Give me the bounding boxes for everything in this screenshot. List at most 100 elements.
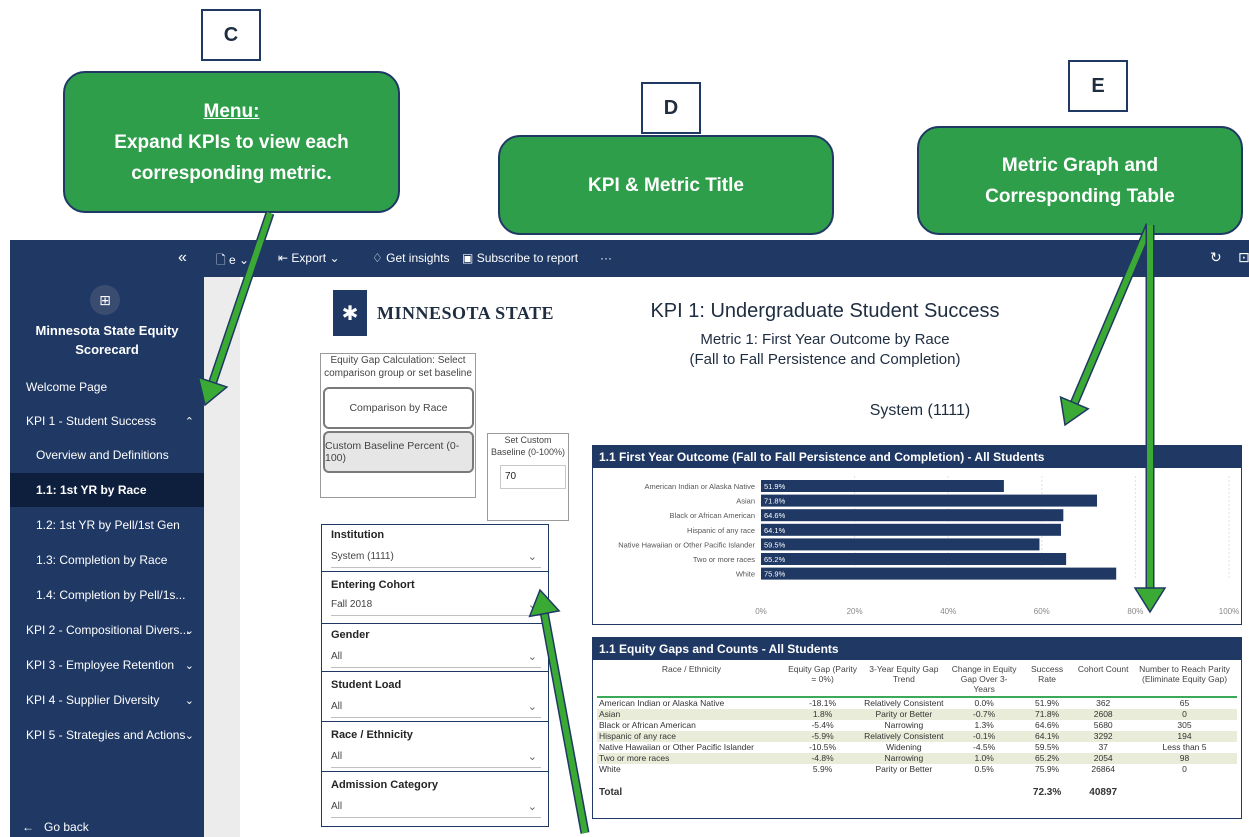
reset-icon[interactable]: ↻ — [1210, 249, 1222, 266]
subscribe-button[interactable]: ▣ Subscribe to report — [462, 251, 578, 265]
sidebar-item-1-2[interactable]: 1.2: 1st YR by Pell/1st Gen — [10, 508, 204, 542]
file-menu[interactable]: 🗋 e ⌄ — [216, 251, 249, 272]
slicer-underline — [331, 667, 541, 668]
table-cell: Hispanic of any race — [597, 731, 786, 742]
table-row: Native Hawaiian or Other Pacific Islande… — [597, 742, 1237, 753]
bar-chart: 0% 20% 40% 60% 80% 100% American Indian or Ala… — [618, 476, 1239, 616]
table-cell: 2608 — [1074, 709, 1133, 720]
total-label: Total — [599, 786, 623, 798]
table-cell: -0.1% — [948, 731, 1020, 742]
table-cell: 305 — [1177, 720, 1192, 730]
x-tick-label: 40% — [940, 607, 956, 616]
table-cell: -4.5% — [973, 742, 996, 752]
bar — [761, 567, 1117, 580]
sidebar-item-1-1[interactable]: 1.1: 1st YR by Race — [10, 473, 204, 507]
title-callout-text: KPI & Metric Title — [588, 174, 744, 196]
menu-callout-line1: Expand KPIs to view each — [114, 131, 349, 153]
table-cell: 0 — [1182, 764, 1187, 774]
sidebar-item-label: 1.4: Completion by Pell/1s... — [36, 588, 186, 602]
slicer-entering-cohort[interactable]: Entering Cohort Fall 2018 ⌄ — [321, 576, 549, 624]
table-cell: -10.5% — [809, 742, 837, 752]
bar — [761, 523, 1061, 536]
table-cell: -4.8% — [785, 753, 860, 764]
column-header: Race / Ethnicity — [597, 662, 786, 698]
table-cell: Native Hawaiian or Other Pacific Islande… — [599, 742, 754, 752]
sidebar-item-label: KPI 3 - Employee Retention — [26, 658, 175, 672]
chevron-down-icon[interactable]: ⌄ — [528, 750, 537, 763]
table-cell: 51.9% — [1035, 698, 1060, 708]
get-insights-button[interactable]: ♢ Get insights — [372, 251, 449, 265]
sidebar-item-1-3[interactable]: 1.3: Completion by Race — [10, 543, 204, 577]
data-label: 59.5% — [764, 540, 786, 549]
data-label: 64.1% — [764, 526, 786, 535]
table-cell: 75.9% — [1035, 764, 1060, 774]
x-tick-label: 80% — [1127, 607, 1143, 616]
category-label: Black or African American — [670, 511, 755, 520]
table-cell: 5680 — [1093, 720, 1113, 730]
sidebar-item-kpi3[interactable]: KPI 3 - Employee Retention ⌄ — [10, 648, 204, 682]
table-cell: Parity or Better — [859, 709, 949, 720]
slicer-admission-category[interactable]: Admission Category All ⌄ — [321, 774, 549, 822]
chevron-down-icon[interactable]: ⌄ — [528, 700, 537, 713]
category-label: Two or more races — [693, 555, 755, 564]
slicer-underline — [331, 817, 541, 818]
sidebar-item-kpi1[interactable]: KPI 1 - Student Success ⌃ — [10, 404, 204, 438]
column-header: Number to Reach Parity (Eliminate Equity… — [1132, 662, 1237, 698]
column-header: Equity Gap (Parity = 0%) — [785, 662, 860, 698]
menu-callout-line2: corresponding metric. — [131, 162, 332, 184]
subscribe-icon: ▣ — [462, 251, 474, 265]
sidebar-item-label: KPI 4 - Supplier Diversity — [26, 693, 160, 707]
sidebar-item-label: KPI 5 - Strategies and Actions — [26, 728, 186, 742]
sidebar-item-kpi2[interactable]: KPI 2 - Compositional Divers... ⌄ — [10, 613, 204, 647]
slicer-race-ethnicity[interactable]: Race / Ethnicity All ⌄ — [321, 724, 549, 772]
category-label: White — [736, 570, 755, 579]
table-cell: 1.8% — [785, 709, 860, 720]
table-cell: 59.5% — [1035, 742, 1060, 752]
go-back-button[interactable]: ← Go back — [22, 820, 89, 834]
chevron-down-icon[interactable]: ⌄ — [528, 598, 537, 611]
sidebar-item-kpi5[interactable]: KPI 5 - Strategies and Actions ⌄ — [10, 718, 204, 752]
chevron-down-icon[interactable]: ⌄ — [528, 550, 537, 563]
equity-gap-title: Equity Gap Calculation: Select compariso… — [324, 355, 472, 379]
comparison-by-race-button[interactable]: Comparison by Race — [323, 387, 474, 429]
slicer-underline — [331, 567, 541, 568]
table-cell: -18.1% — [809, 698, 837, 708]
sidebar-item-label: 1.3: Completion by Race — [36, 553, 168, 567]
slicer-institution[interactable]: Institution System (1111) ⌄ — [321, 524, 549, 572]
sidebar-item-1-4[interactable]: 1.4: Completion by Pell/1s... — [10, 578, 204, 612]
table-row: White 5.9% Parity or Better 0.5% 75.9% 26864 0 — [597, 764, 1237, 775]
logo-text: MINNESOTA STATE — [377, 302, 555, 323]
bookmark-icon[interactable]: ⊡ — [1238, 249, 1249, 266]
slicer-underline — [331, 767, 541, 768]
table-row: Black or African American -5.4% Narrowing 1… — [597, 720, 1237, 731]
export-menu[interactable]: ⇤ Export ⌄ — [278, 251, 340, 265]
chart-title: 1.1 First Year Outcome (Fall to Fall Per… — [593, 446, 1241, 468]
sidebar-item-overview[interactable]: Overview and Definitions — [10, 438, 204, 472]
chevron-down-icon: ⌄ — [184, 659, 194, 672]
report-toolbar: « 🗋 e ⌄ ⇤ Export ⌄ ♢ Get insights ▣ Subs… — [10, 240, 1249, 277]
sidebar-item-kpi4[interactable]: KPI 4 - Supplier Diversity ⌄ — [10, 683, 204, 717]
table-cell: 362 — [1096, 698, 1111, 708]
slicer-value: All — [331, 801, 343, 812]
custom-baseline-button[interactable]: Custom Baseline Percent (0-100) — [323, 431, 474, 473]
slicer-gender[interactable]: Gender All ⌄ — [321, 624, 549, 672]
sidebar-item-welcome[interactable]: Welcome Page — [10, 370, 204, 404]
get-insights-label: Get insights — [386, 251, 450, 265]
equity-gaps-table: Race / Ethnicity Equity Gap (Parity = 0%… — [597, 662, 1237, 801]
data-label: 65.2% — [764, 555, 786, 564]
slicer-student-load[interactable]: Student Load All ⌄ — [321, 674, 549, 722]
chevron-down-icon[interactable]: ⌄ — [528, 800, 537, 813]
slicer-underline — [331, 615, 541, 616]
collapse-nav-icon[interactable]: « — [178, 249, 187, 267]
table-total-row: Total 72.3% 40897 — [597, 775, 1237, 801]
more-options-button[interactable]: ··· — [600, 251, 612, 265]
file-menu-label: e — [229, 253, 236, 267]
table-cell: 1.3% — [974, 720, 994, 730]
custom-baseline-input[interactable]: 70 — [500, 465, 566, 489]
table-cell: 64.1% — [1019, 731, 1075, 742]
table-cell: 64.6% — [1035, 720, 1060, 730]
column-header: 3-Year Equity Gap Trend — [859, 662, 949, 698]
chevron-down-icon[interactable]: ⌄ — [528, 650, 537, 663]
slicer-label: Student Load — [331, 679, 402, 691]
bar — [761, 509, 1064, 522]
